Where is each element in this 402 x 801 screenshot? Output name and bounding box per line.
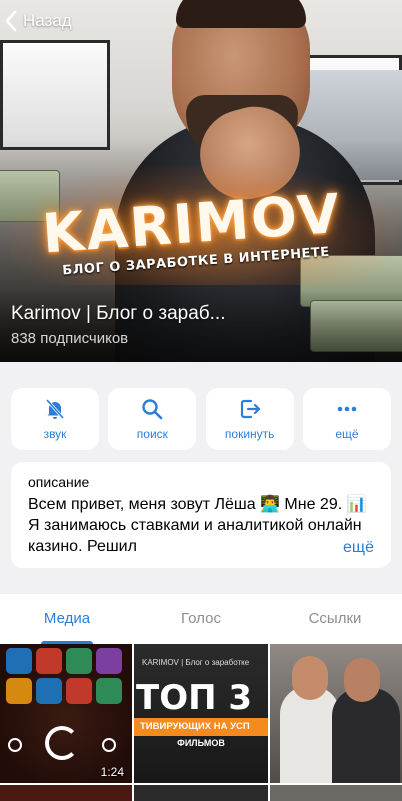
back-button[interactable]: Назад (4, 8, 72, 34)
search-icon (142, 399, 163, 420)
slot-symbol (36, 648, 62, 674)
media-thumb-video[interactable]: 1:24 (0, 644, 132, 783)
more-button[interactable]: ещё (302, 388, 391, 450)
bell-slash-icon (45, 399, 65, 419)
search-label: поиск (136, 427, 168, 441)
action-bar: звук поиск покинуть ещё (11, 388, 391, 450)
forward-icon (102, 738, 116, 752)
description-card: описание Всем привет, меня зовут Лёша 👨‍… (11, 462, 391, 568)
thumb-channel-caption: KARIMOV | Блог о заработке (142, 658, 250, 667)
tab-media[interactable]: Медиа (0, 594, 134, 644)
thumb-subtitle: ФИЛЬМОВ (177, 738, 225, 748)
person-figure (332, 688, 400, 783)
media-tabs: Медиа Голос Ссылки (0, 594, 402, 644)
description-title: описание (28, 474, 90, 490)
subscriber-count: 838 подписчиков (11, 330, 129, 347)
media-thumb-photo[interactable] (270, 644, 402, 783)
slot-symbol (6, 678, 32, 704)
leave-icon (240, 399, 260, 419)
media-thumb-top3[interactable]: KARIMOV | Блог о заработке ТОП 3 ТИВИРУЮ… (134, 644, 268, 783)
media-grid: 1:24 KARIMOV | Блог о заработке ТОП 3 ТИ… (0, 644, 402, 801)
slot-symbol (96, 648, 122, 674)
slot-symbol (66, 648, 92, 674)
leave-label: покинуть (224, 427, 275, 441)
description-more-link[interactable]: ещё (315, 537, 374, 558)
chevron-left-icon (5, 10, 17, 32)
person-face (344, 658, 380, 702)
media-thumb[interactable] (0, 785, 132, 801)
replay-icon (45, 726, 79, 760)
slot-symbol (6, 648, 32, 674)
tab-voice[interactable]: Голос (134, 594, 268, 644)
rewind-icon (8, 738, 22, 752)
video-duration: 1:24 (100, 765, 124, 779)
banner-shade (0, 290, 402, 362)
media-thumb[interactable] (134, 785, 268, 801)
thumb-title: ТОП 3 (136, 678, 253, 718)
thumb-strip: ТИВИРУЮЩИХ НА УСП (134, 718, 268, 736)
media-thumb[interactable] (270, 785, 402, 801)
person-hair (176, 0, 306, 28)
mute-label: звук (43, 427, 67, 441)
window-decor (0, 40, 110, 150)
description-text-wrap: Всем привет, меня зовут Лёша 👨‍💻 Мне 29.… (28, 494, 374, 558)
tab-links[interactable]: Ссылки (268, 594, 402, 644)
more-icon (337, 406, 357, 412)
person-face (292, 656, 328, 700)
back-label: Назад (23, 11, 72, 30)
slot-symbol (96, 678, 122, 704)
more-label: ещё (335, 427, 359, 441)
leave-button[interactable]: покинуть (205, 388, 294, 450)
slot-symbol (66, 678, 92, 704)
search-button[interactable]: поиск (108, 388, 197, 450)
slot-symbol (36, 678, 62, 704)
channel-name: Karimov | Блог о зараб... (11, 303, 226, 324)
person-figure (280, 686, 340, 783)
mute-button[interactable]: звук (11, 388, 99, 450)
